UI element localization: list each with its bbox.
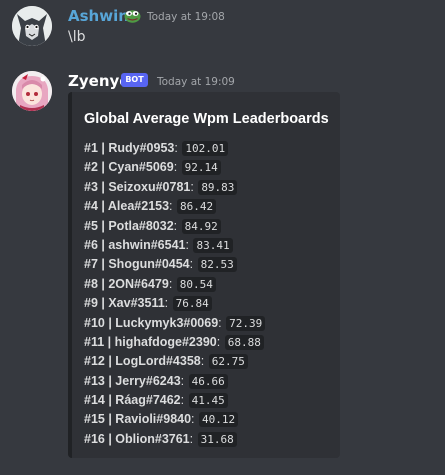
leaderboard-row-label: #9 | Xav#3511 — [84, 296, 165, 311]
leaderboard-row: #13 | Jerry#6243: 46.66 — [84, 372, 265, 391]
leaderboard-row-label: #5 | Potla#8032 — [84, 218, 174, 233]
avatar-zyenyo[interactable] — [12, 71, 52, 111]
leaderboard-row-wpm: 92.14 — [181, 160, 221, 176]
leaderboard-row-wpm: 41.45 — [188, 393, 228, 409]
username-ashwin-text[interactable]: Ashwin — [68, 7, 129, 25]
pepe-emoji-icon — [124, 8, 141, 23]
leaderboard-row-separator: : — [173, 160, 178, 175]
leaderboard-row-wpm: 84.92 — [181, 218, 221, 234]
leaderboard-row-separator: : — [200, 354, 205, 369]
leaderboard-row-label: #12 | LogLord#4358 — [84, 354, 201, 369]
embed-accent-bar — [68, 92, 72, 458]
leaderboard-row: #2 | Cyan#5069: 92.14 — [84, 158, 265, 177]
leaderboard-row-separator: : — [216, 334, 221, 349]
leaderboard-row-separator: : — [189, 431, 194, 446]
leaderboard-row-wpm: 46.66 — [188, 373, 228, 389]
leaderboard-row-label: #1 | Rudy#0953 — [84, 141, 175, 155]
leaderboard-row: #6 | ashwin#6541: 83.41 — [84, 236, 265, 255]
leaderboard-row-separator: : — [180, 393, 185, 408]
bot-tag: BOT — [121, 73, 148, 87]
leaderboard-row-separator: : — [191, 412, 195, 427]
leaderboard-row: #7 | Shogun#0454: 82.53 — [84, 255, 265, 274]
timestamp-zyenyo: Today at 19:09 — [157, 76, 235, 88]
leaderboard-row: #15 | Ravioli#9840: 40.12 — [84, 410, 265, 429]
leaderboard-row-label: #7 | Shogun#0454 — [84, 257, 190, 272]
leaderboard-row-label: #16 | Oblion#3761 — [84, 431, 190, 446]
avatar-ashwin[interactable] — [12, 6, 52, 46]
leaderboard-row: #4 | Alea#2153: 86.42 — [84, 197, 265, 216]
leaderboard-row: #11 | highafdoge#2390: 68.88 — [84, 333, 265, 352]
anime-girl-avatar-icon — [12, 71, 52, 111]
leaderboard-row-label: #13 | Jerry#6243 — [84, 373, 181, 388]
username-ashwin[interactable]: Ashwin — [68, 7, 129, 25]
leaderboard-row-wpm: 89.83 — [198, 179, 238, 195]
bot-tag-label: BOT — [125, 75, 144, 84]
leaderboard-row-wpm: 72.39 — [226, 315, 266, 331]
leaderboard-row-separator: : — [168, 276, 173, 291]
leaderboard-row-wpm: 76.84 — [172, 296, 212, 312]
leaderboard-row-label: #6 | ashwin#6541 — [84, 237, 186, 252]
leaderboard-row: #10 | Luckymyk3#0069: 72.39 — [84, 314, 266, 333]
leaderboard-row-separator: : — [218, 315, 222, 330]
leaderboard-row-wpm: 83.41 — [193, 237, 233, 253]
leaderboard-row-separator: : — [185, 237, 189, 252]
leaderboard-row: #12 | LogLord#4358: 62.75 — [84, 352, 265, 371]
leaderboard-row-wpm: 68.88 — [224, 334, 264, 350]
leaderboard-row-separator: : — [180, 373, 185, 388]
leaderboard-row-separator: : — [164, 296, 169, 311]
leaderboard-row: #16 | Oblion#3761: 31.68 — [84, 430, 265, 449]
leaderboard-row-label: #14 | Ráag#7462 — [84, 393, 181, 408]
leaderboard-row-wpm: 82.53 — [197, 257, 237, 273]
message-ashwin: Ashwin Today at 19:08 \lb — [0, 0, 445, 60]
message-content-ashwin: \lb — [68, 29, 86, 45]
leaderboard-row-label: #10 | Luckymyk3#0069 — [84, 315, 219, 330]
timestamp-ashwin: Today at 19:08 — [147, 11, 225, 23]
leaderboard-row-label: #15 | Ravioli#9840 — [84, 412, 192, 427]
wolf-avatar-icon — [12, 6, 52, 46]
leaderboard-row-separator: : — [173, 218, 178, 233]
leaderboard-row-separator: : — [174, 141, 178, 155]
leaderboard-embed: Global Average Wpm Leaderboards #1 | Rud… — [68, 92, 340, 458]
leaderboard-row: #9 | Xav#3511: 76.84 — [84, 294, 265, 313]
leaderboard-row-wpm: 62.75 — [208, 354, 248, 370]
leaderboard-row-wpm: 80.54 — [176, 276, 216, 292]
leaderboard-row: #14 | Ráag#7462: 41.45 — [84, 391, 265, 410]
leaderboard-row: #3 | Seizoxu#0781: 89.83 — [84, 178, 265, 197]
leaderboard-row-wpm: 102.01 — [182, 141, 229, 156]
leaderboard-row-separator: : — [190, 179, 194, 194]
leaderboard-row: #5 | Potla#8032: 84.92 — [84, 217, 265, 236]
leaderboard-row: #8 | 2ON#6479: 80.54 — [84, 275, 265, 294]
embed-title: Global Average Wpm Leaderboards — [84, 111, 329, 127]
leaderboard-row-separator: : — [169, 199, 173, 214]
leaderboard-row-label: #3 | Seizoxu#0781 — [84, 179, 191, 194]
leaderboard-row-wpm: 86.42 — [177, 199, 217, 215]
leaderboard-row-wpm: 31.68 — [197, 431, 237, 447]
leaderboard-row-label: #8 | 2ON#6479 — [84, 276, 169, 291]
leaderboard-rows: #1 | Rudy#0953: 102.01 #2 | Cyan#5069: 92… — [84, 139, 266, 449]
leaderboard-row: #1 | Rudy#0953: 102.01 — [84, 139, 265, 158]
leaderboard-row-label: #11 | highafdoge#2390 — [84, 334, 217, 349]
leaderboard-row-wpm: 40.12 — [199, 412, 239, 428]
leaderboard-row-separator: : — [189, 257, 194, 272]
leaderboard-row-label: #4 | Alea#2153 — [84, 199, 170, 214]
leaderboard-row-label: #2 | Cyan#5069 — [84, 160, 174, 175]
